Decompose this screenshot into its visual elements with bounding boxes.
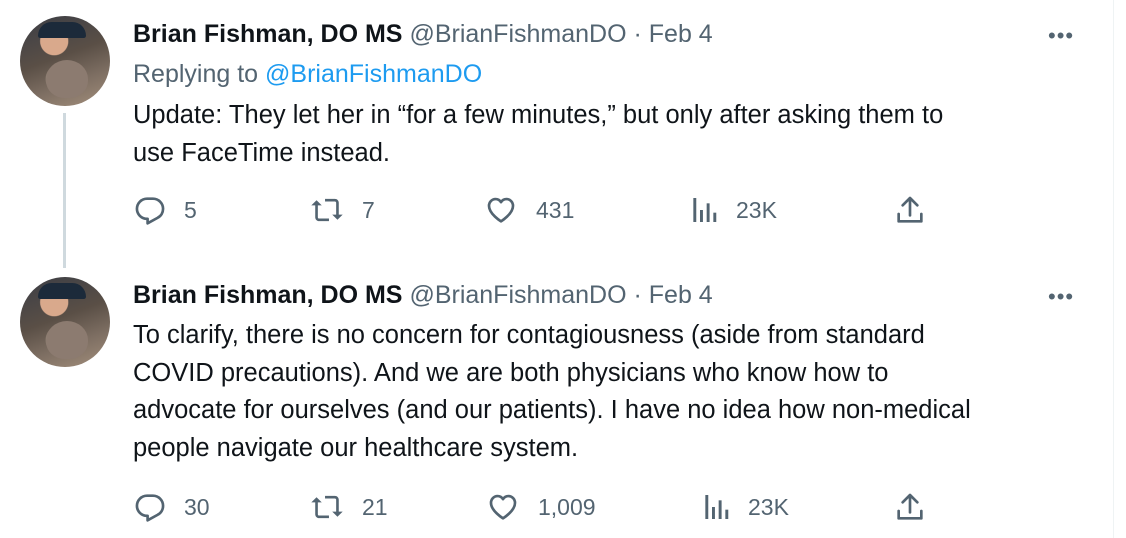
views-icon xyxy=(690,194,718,226)
share-icon xyxy=(894,491,926,523)
avatar-hat xyxy=(38,22,86,38)
reply-button[interactable]: 30 xyxy=(134,491,210,523)
avatar-dog xyxy=(46,321,88,359)
author-name[interactable]: Brian Fishman, DO MS xyxy=(133,20,402,48)
avatar-hat xyxy=(38,283,86,299)
retweet-icon xyxy=(310,194,344,226)
more-icon[interactable]: ••• xyxy=(1048,25,1074,47)
like-button[interactable]: 1,009 xyxy=(486,491,596,523)
tweet-date[interactable]: Feb 4 xyxy=(649,20,713,48)
reply-icon xyxy=(134,194,166,226)
retweet-button[interactable]: 21 xyxy=(310,491,388,523)
replying-prefix: Replying to xyxy=(133,60,266,88)
tweet-text-line: To clarify, there is no concern for cont… xyxy=(133,321,925,349)
like-button[interactable]: 431 xyxy=(484,194,574,226)
tweet-header: Brian Fishman, DO MS @BrianFishmanDO · F… xyxy=(133,18,713,50)
thread-line xyxy=(63,113,66,268)
views-count: 23K xyxy=(748,493,789,520)
tweet[interactable]: Brian Fishman, DO MS @BrianFishmanDO · F… xyxy=(0,0,1113,268)
share-button[interactable] xyxy=(894,491,926,523)
avatar[interactable] xyxy=(20,277,110,367)
tweet-text-line: Update: They let her in “for a few minut… xyxy=(133,101,944,129)
like-icon xyxy=(486,491,520,523)
separator: · xyxy=(633,20,642,48)
reply-icon xyxy=(134,491,166,523)
like-count: 431 xyxy=(536,196,575,223)
tweet-header: Brian Fishman, DO MS @BrianFishmanDO · F… xyxy=(133,279,713,311)
views-icon xyxy=(702,491,730,523)
views-button[interactable]: 23K xyxy=(702,491,789,523)
more-icon[interactable]: ••• xyxy=(1048,286,1074,308)
avatar-dog xyxy=(46,60,88,98)
retweet-icon xyxy=(310,491,344,523)
like-icon xyxy=(484,194,518,226)
separator: · xyxy=(633,281,642,309)
avatar[interactable] xyxy=(20,16,110,106)
author-name[interactable]: Brian Fishman, DO MS xyxy=(133,281,402,309)
author-handle[interactable]: @BrianFishmanDO xyxy=(409,20,626,48)
share-button[interactable] xyxy=(894,194,926,226)
replying-to: Replying to @BrianFishmanDO xyxy=(133,58,482,90)
reply-count: 30 xyxy=(184,493,210,520)
tweet-text: Update: They let her in “for a few minut… xyxy=(133,97,1093,172)
reply-button[interactable]: 5 xyxy=(134,194,197,226)
tweet[interactable]: Brian Fishman, DO MS @BrianFishmanDO · F… xyxy=(0,268,1113,538)
tweet-text-line: use FaceTime instead. xyxy=(133,138,391,167)
tweet-actions: 30 21 1,009 23K xyxy=(0,491,1113,531)
views-button[interactable]: 23K xyxy=(690,194,777,226)
tweet-text-line: COVID precautions). And we are both phys… xyxy=(133,358,889,387)
share-icon xyxy=(894,194,926,226)
retweet-count: 7 xyxy=(362,196,375,223)
author-handle[interactable]: @BrianFishmanDO xyxy=(409,281,626,309)
replying-mention[interactable]: @BrianFishmanDO xyxy=(265,60,482,88)
tweet-text-line: advocate for ourselves (and our patients… xyxy=(133,396,971,424)
column-border xyxy=(1113,0,1114,538)
like-count: 1,009 xyxy=(538,493,596,520)
views-count: 23K xyxy=(736,196,777,223)
retweet-button[interactable]: 7 xyxy=(310,194,375,226)
reply-count: 5 xyxy=(184,196,197,223)
tweet-date[interactable]: Feb 4 xyxy=(649,281,713,309)
tweet-actions: 5 7 431 23K xyxy=(0,194,1113,234)
tweet-text: To clarify, there is no concern for cont… xyxy=(133,317,1093,467)
retweet-count: 21 xyxy=(362,493,388,520)
tweet-text-line: people navigate our healthcare system. xyxy=(133,433,579,462)
